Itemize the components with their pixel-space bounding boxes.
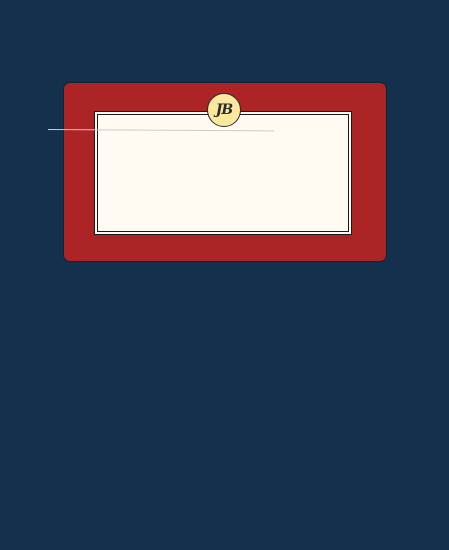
label-border (97, 114, 349, 232)
monogram-badge: JB (207, 93, 241, 127)
monogram-text: JB (215, 102, 233, 118)
